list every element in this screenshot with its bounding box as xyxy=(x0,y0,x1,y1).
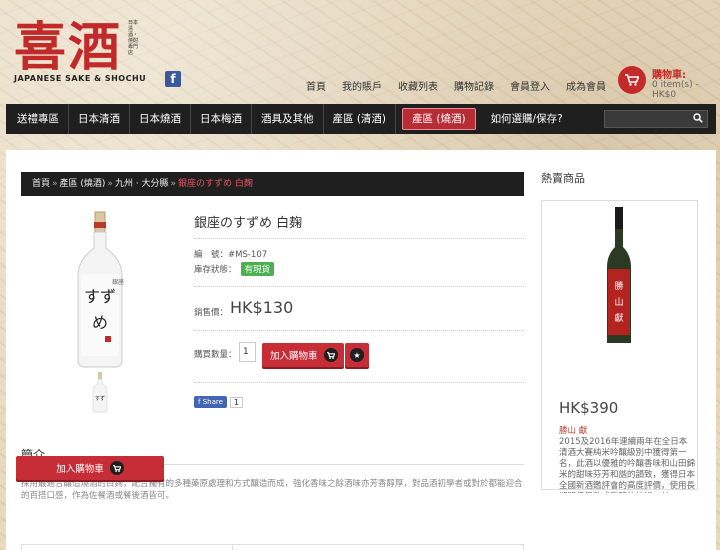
breadcrumb-current: 銀座のすずめ 白麹 xyxy=(178,179,253,189)
price-label: 銷售價： xyxy=(194,308,229,318)
nav-item-accessories[interactable]: 酒具及其他 xyxy=(252,104,324,134)
bestseller-card: 勝 山 獻 HK$390 勝山 獻 2015及2016年連續兩年在全日本清酒大賽… xyxy=(541,200,698,493)
divider xyxy=(194,382,524,383)
star-icon: ★ xyxy=(350,348,364,362)
bestseller-price: HK$390 xyxy=(559,399,619,417)
intro-text: 採用最適合釀造燒酒的白麹，配合獨有的多種藥原處理和方式釀造而成，強化香味之餘酒味… xyxy=(21,479,523,501)
logo-kanji: 喜酒 xyxy=(14,17,123,78)
divider xyxy=(194,238,524,239)
stock-badge: 有現貨 xyxy=(240,262,275,276)
nav-item-shochu[interactable]: 日本燒酒 xyxy=(130,104,191,134)
breadcrumb-region[interactable]: 產區 (燒酒) xyxy=(60,179,106,189)
svg-text:山: 山 xyxy=(614,297,623,308)
top-link-wishlist[interactable]: 收藏列表 xyxy=(398,78,438,93)
top-link-register[interactable]: 成為會員 xyxy=(566,78,606,93)
breadcrumb-prefecture[interactable]: 九州 · 大分縣 xyxy=(115,179,169,189)
sku-row: 編 號：#MS-107 xyxy=(194,248,267,260)
breadcrumb-home[interactable]: 首頁 xyxy=(32,179,50,189)
facebook-icon[interactable]: f xyxy=(165,71,181,87)
breadcrumb: 首頁» 產區 (燒酒)» 九州 · 大分縣» 銀座のすずめ 白麹 xyxy=(21,172,524,196)
divider xyxy=(194,330,524,331)
quantity-input[interactable]: 1 xyxy=(239,342,256,362)
bestseller-name[interactable]: 勝山 獻 xyxy=(559,424,587,436)
svg-text:銀座: 銀座 xyxy=(112,278,124,286)
logo-vertical-text: 日本清酒・燒酎專門店 xyxy=(128,20,139,56)
add-to-cart-button[interactable]: 加入購物車 xyxy=(262,343,344,367)
svg-text:勝: 勝 xyxy=(614,280,623,292)
svg-text:すず: すず xyxy=(95,395,105,402)
fb-share-label: Share xyxy=(202,398,223,406)
top-link-orders[interactable]: 購物記錄 xyxy=(454,78,494,93)
fb-share-count: 1 xyxy=(229,396,243,408)
cart-icon xyxy=(109,461,124,475)
top-link-account[interactable]: 我的賬戶 xyxy=(342,78,382,93)
stock-row: 庫存狀態： 有現貨 xyxy=(194,262,275,276)
nav-item-region-sake[interactable]: 產區 (清酒) xyxy=(324,104,397,134)
cart-title[interactable]: 購物車: xyxy=(652,66,686,81)
site-logo[interactable]: 喜酒 日本清酒・燒酎專門店 JAPANESE SAKE & SHOCHU xyxy=(14,17,147,84)
product-thumbnail[interactable]: すず xyxy=(92,372,108,414)
nav-item-gift[interactable]: 送禮專區 xyxy=(8,104,69,134)
product-title: 銀座のすずめ 白麹 xyxy=(194,216,303,231)
top-links: 首頁 我的賬戶 收藏列表 購物記錄 會員登入 成為會員 xyxy=(306,78,606,93)
cart-icon xyxy=(323,348,338,362)
top-link-login[interactable]: 會員登入 xyxy=(510,78,550,93)
sku-value: #MS-107 xyxy=(228,250,268,260)
nav-item-sake[interactable]: 日本清酒 xyxy=(69,104,130,134)
svg-text:め: め xyxy=(92,313,108,332)
nav-item-region-shochu[interactable]: 產區 (燒酒) xyxy=(402,108,476,130)
sku-label: 編 號： xyxy=(194,250,229,260)
nav-item-umeshu[interactable]: 日本梅酒 xyxy=(191,104,252,134)
bestseller-desc: 2015及2016年連續兩年在全日本清酒大賽純米吟釀級別中獲得第一名，此酒以優雅… xyxy=(559,437,695,493)
top-link-home[interactable]: 首頁 xyxy=(306,78,326,93)
logo-subtitle: JAPANESE SAKE & SHOCHU xyxy=(14,74,147,83)
product-image[interactable]: すず め 銀座 xyxy=(74,210,126,370)
search-input[interactable] xyxy=(604,110,708,128)
product-price: HK$130 xyxy=(230,298,294,317)
nav-item-howto[interactable]: 如何選購/保存? xyxy=(482,104,572,134)
bestseller-add-to-cart-button[interactable]: 加入購物車 xyxy=(16,456,164,480)
search-icon[interactable] xyxy=(693,113,703,126)
main-nav: 送禮專區 日本清酒 日本燒酒 日本梅酒 酒具及其他 產區 (清酒) 產區 (燒酒… xyxy=(6,104,716,134)
bestseller-image[interactable]: 勝 山 獻 xyxy=(604,207,634,347)
facebook-share[interactable]: f Share 1 xyxy=(194,396,243,408)
divider xyxy=(194,286,524,287)
content-panel: 首頁» 產區 (燒酒)» 九州 · 大分縣» 銀座のすずめ 白麹 すず め 銀座 すず… xyxy=(6,150,716,550)
fb-share-button[interactable]: f Share xyxy=(194,396,227,408)
cart-summary[interactable]: 0 item(s) - HK$0 xyxy=(652,80,720,100)
add-to-cart-label: 加入購物車 xyxy=(56,464,104,475)
add-to-wishlist-button[interactable]: ★ xyxy=(345,343,369,367)
add-to-cart-label: 加入購物車 xyxy=(270,351,318,362)
svg-text:獻: 獻 xyxy=(614,312,623,324)
svg-text:すず: すず xyxy=(84,287,116,306)
cart-icon[interactable] xyxy=(618,66,646,94)
spec-table xyxy=(21,544,524,550)
stock-label: 庫存狀態： xyxy=(194,265,237,275)
bestsellers-title: 熱賣商品 xyxy=(541,172,585,185)
quantity-label: 購買數量： xyxy=(194,350,237,360)
